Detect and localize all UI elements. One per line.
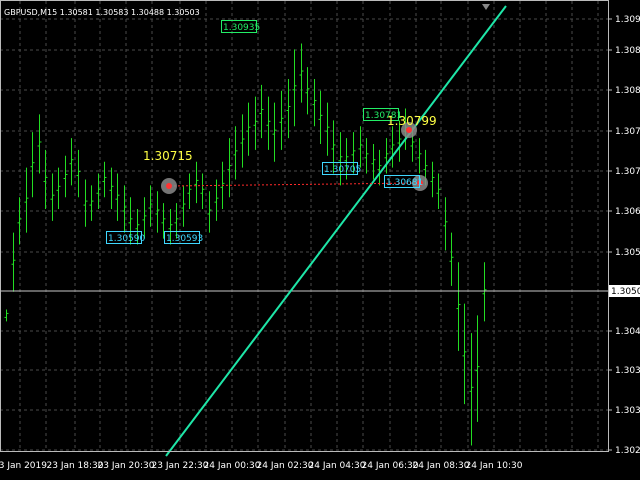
trend-line <box>165 5 507 457</box>
price-box-label: 1.30590 <box>108 234 145 244</box>
chart-window[interactable]: 1.30935 1.30590 1.30593 1.30705 1.30781 1.306… <box>0 0 640 480</box>
axes: 1.30960 1.30895 1.30830 1.30765 1.30700 1.306… <box>0 0 640 471</box>
time-axis-label: 24 Jan 02:30 <box>257 461 314 471</box>
price-box-label: 1.30935 <box>223 23 260 33</box>
symbol-header: GBPUSD,M15 1.30581 1.30583 1.30488 1.305… <box>4 8 200 17</box>
time-axis-label: 24 Jan 10:30 <box>466 461 523 471</box>
connector-dashed-line <box>169 182 421 187</box>
time-axis-label: 23 Jan 22:30 <box>152 461 209 471</box>
price-box-label: 1.30705 <box>324 165 361 175</box>
time-axis-label: 23 Jan 20:30 <box>98 461 155 471</box>
price-box-label: 1.30681 <box>386 178 423 188</box>
signal-marker-dot <box>166 183 172 189</box>
time-axis-label: 24 Jan 06:30 <box>362 461 419 471</box>
current-price-text: 1.30503 <box>611 287 640 297</box>
price-axis-label: 1.30765 <box>615 127 640 137</box>
shift-marker-icon <box>482 4 490 10</box>
price-axis-label: 1.30700 <box>615 167 640 177</box>
signal-price-label: 1.30715 <box>143 149 193 163</box>
price-chart[interactable]: 1.309351.30590 1.305931.307051.307811.306… <box>0 0 640 480</box>
time-axis-label: 24 Jan 04:30 <box>309 461 366 471</box>
time-axis-label: 24 Jan 00:30 <box>204 461 261 471</box>
time-axis-label: 24 Jan 08:30 <box>413 461 470 471</box>
price-axis-label: 1.30375 <box>615 366 640 376</box>
ohlc-bars <box>4 43 487 446</box>
price-box-label: 1.30593 <box>166 234 203 244</box>
price-axis-label: 1.30570 <box>615 248 640 258</box>
grid <box>0 1 608 452</box>
chart-frame <box>0 0 609 452</box>
price-axis-label: 1.30310 <box>615 406 640 416</box>
price-axis-label: 1.30830 <box>615 86 640 96</box>
time-axis-label: 23 Jan 2019 <box>0 461 47 471</box>
price-axis-label: 1.30895 <box>615 46 640 56</box>
signal-price-label: 1.30799 <box>387 114 437 128</box>
price-axis-label: 1.30635 <box>615 207 640 217</box>
price-axis-label: 1.30960 <box>615 15 640 25</box>
price-axis-label: 1.30249 <box>615 446 640 456</box>
overlays: 1.309351.30590 1.305931.307051.307811.306… <box>0 5 608 457</box>
price-axis-label: 1.30440 <box>615 327 640 337</box>
time-axis-label: 23 Jan 18:30 <box>47 461 104 471</box>
